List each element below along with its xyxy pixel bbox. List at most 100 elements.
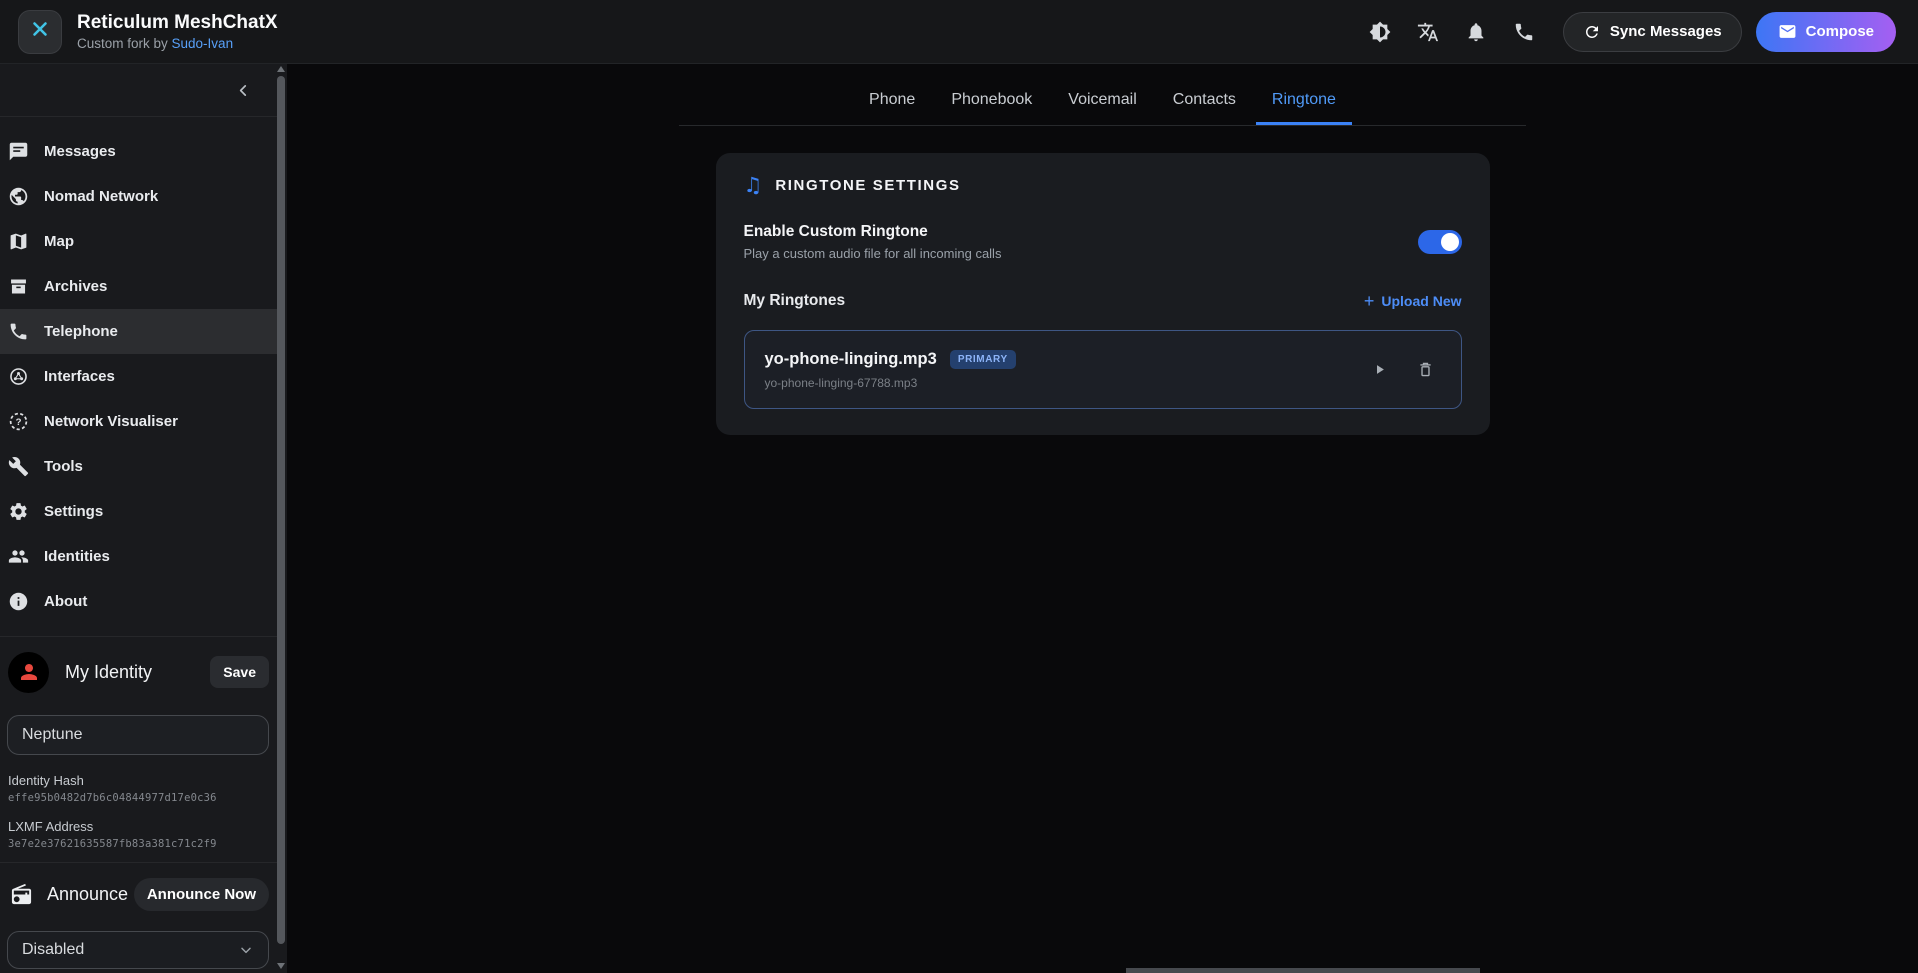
app-root: Reticulum MeshChatX Custom fork by Sudo-… xyxy=(0,0,1918,973)
archive-icon xyxy=(8,276,29,297)
horizontal-scrollbar[interactable] xyxy=(1126,968,1480,973)
enable-custom-ringtone-row: Enable Custom Ringtone Play a custom aud… xyxy=(744,223,1462,261)
app-header: Reticulum MeshChatX Custom fork by Sudo-… xyxy=(0,0,1918,64)
radio-icon xyxy=(10,883,33,906)
sidebar-item-label: Interfaces xyxy=(44,368,115,385)
header-actions: Sync Messages Compose xyxy=(1363,12,1896,52)
tab-phone[interactable]: Phone xyxy=(853,78,931,125)
sidebar-item-nomad-network[interactable]: Nomad Network xyxy=(0,174,277,219)
tab-label: Contacts xyxy=(1173,91,1236,108)
person-icon xyxy=(17,660,41,684)
announce-header: Announce Announce Now xyxy=(10,877,269,911)
upload-new-label: Upload New xyxy=(1381,293,1461,309)
app-logo xyxy=(18,10,62,54)
sidebar-nav: Messages Nomad Network Map Archives Tele… xyxy=(0,117,277,624)
chevron-left-icon xyxy=(235,82,252,99)
calls-icon[interactable] xyxy=(1507,15,1541,49)
announce-interval-value: Disabled xyxy=(22,941,84,959)
tab-voicemail[interactable]: Voicemail xyxy=(1052,78,1152,125)
x-logo-icon xyxy=(28,17,52,46)
sidebar-item-telephone[interactable]: Telephone xyxy=(0,309,277,354)
play-button[interactable] xyxy=(1369,359,1391,381)
my-ringtones-title: My Ringtones xyxy=(744,292,846,310)
sidebar-item-identities[interactable]: Identities xyxy=(0,534,277,579)
enable-custom-ringtone-title: Enable Custom Ringtone xyxy=(744,223,1002,241)
app-title: Reticulum MeshChatX xyxy=(77,12,278,34)
sidebar-item-label: Telephone xyxy=(44,323,118,340)
enable-custom-ringtone-description: Play a custom audio file for all incomin… xyxy=(744,246,1002,261)
sidebar-collapse-row xyxy=(0,64,277,116)
sidebar-scrollbar[interactable] xyxy=(277,64,285,973)
theme-toggle-icon[interactable] xyxy=(1363,15,1397,49)
upload-new-button[interactable]: + Upload New xyxy=(1364,292,1462,310)
sidebar-scrollbar-thumb[interactable] xyxy=(277,76,285,944)
sidebar-item-interfaces[interactable]: Interfaces xyxy=(0,354,277,399)
lxmf-address-value: 3e7e2e37621635587fb83a381c71c2f9 xyxy=(8,838,269,850)
sidebar-collapse-button[interactable] xyxy=(229,76,257,104)
enable-ringtone-toggle[interactable] xyxy=(1418,230,1462,254)
tab-label: Ringtone xyxy=(1272,91,1336,108)
toggle-knob xyxy=(1441,233,1459,251)
chat-icon xyxy=(8,141,29,162)
announce-title: Announce xyxy=(47,884,134,905)
sidebar-item-messages[interactable]: Messages xyxy=(0,129,277,174)
globe-icon xyxy=(8,186,29,207)
sidebar-item-label: Messages xyxy=(44,143,116,160)
sidebar-item-about[interactable]: About xyxy=(0,579,277,624)
header-brand: Reticulum MeshChatX Custom fork by Sudo-… xyxy=(18,10,278,54)
hub-icon xyxy=(8,366,29,387)
tab-contacts[interactable]: Contacts xyxy=(1157,78,1252,125)
sidebar-item-settings[interactable]: Settings xyxy=(0,489,277,534)
sidebar-item-archives[interactable]: Archives xyxy=(0,264,277,309)
ringtone-actions xyxy=(1369,359,1437,381)
sidebar-item-map[interactable]: Map xyxy=(0,219,277,264)
ringtone-list: yo-phone-linging.mp3 PRIMARY yo-phone-li… xyxy=(744,330,1462,409)
delete-button[interactable] xyxy=(1415,359,1437,381)
sidebar: Messages Nomad Network Map Archives Tele… xyxy=(0,64,287,973)
music-note-icon: ♫ xyxy=(744,175,763,196)
compose-button[interactable]: Compose xyxy=(1756,12,1896,52)
sidebar-item-label: Nomad Network xyxy=(44,188,158,205)
network-icon: ? xyxy=(8,411,29,432)
phone-icon xyxy=(8,321,29,342)
identity-hash-label: Identity Hash xyxy=(8,773,269,788)
sidebar-item-label: Map xyxy=(44,233,74,250)
sidebar-item-label: Settings xyxy=(44,503,103,520)
sidebar-item-network-visualiser[interactable]: ? Network Visualiser xyxy=(0,399,277,444)
sync-messages-button[interactable]: Sync Messages xyxy=(1563,12,1742,52)
identity-hash-value: effe95b0482d7b6c04844977d17e0c36 xyxy=(8,792,269,804)
ringtone-item: yo-phone-linging.mp3 PRIMARY yo-phone-li… xyxy=(744,330,1462,409)
tab-label: Voicemail xyxy=(1068,91,1136,108)
sync-messages-label: Sync Messages xyxy=(1610,23,1722,40)
refresh-icon xyxy=(1583,23,1601,41)
announce-interval-select[interactable]: Disabled xyxy=(7,931,269,969)
tab-ringtone[interactable]: Ringtone xyxy=(1256,78,1352,125)
primary-badge: PRIMARY xyxy=(950,350,1016,369)
identity-name-input[interactable] xyxy=(7,715,269,755)
app-subtitle: Custom fork by Sudo-Ivan xyxy=(77,36,278,51)
divider xyxy=(0,636,277,637)
plus-icon: + xyxy=(1364,292,1375,310)
header-icon-group xyxy=(1363,15,1541,49)
notifications-icon[interactable] xyxy=(1459,15,1493,49)
chevron-down-icon xyxy=(238,942,254,958)
mail-icon xyxy=(1778,22,1797,41)
announce-now-button[interactable]: Announce Now xyxy=(134,878,269,911)
save-button[interactable]: Save xyxy=(210,656,269,688)
ringtone-info: yo-phone-linging.mp3 PRIMARY yo-phone-li… xyxy=(765,350,1016,390)
tab-label: Phonebook xyxy=(951,91,1032,108)
scroll-up-arrow[interactable] xyxy=(277,66,285,72)
sidebar-item-tools[interactable]: Tools xyxy=(0,444,277,489)
ringtone-settings-header: ♫ RINGTONE SETTINGS xyxy=(744,175,1462,196)
my-identity-header: My Identity Save xyxy=(8,651,269,693)
my-identity-title: My Identity xyxy=(65,662,210,683)
translate-icon[interactable] xyxy=(1411,15,1445,49)
map-icon xyxy=(8,231,29,252)
subtitle-text: Custom fork by xyxy=(77,36,172,51)
wrench-icon xyxy=(8,456,29,477)
gear-icon xyxy=(8,501,29,522)
tab-phonebook[interactable]: Phonebook xyxy=(935,78,1048,125)
divider xyxy=(0,862,277,863)
subtitle-author-link[interactable]: Sudo-Ivan xyxy=(172,36,234,51)
scroll-down-arrow[interactable] xyxy=(277,963,285,969)
